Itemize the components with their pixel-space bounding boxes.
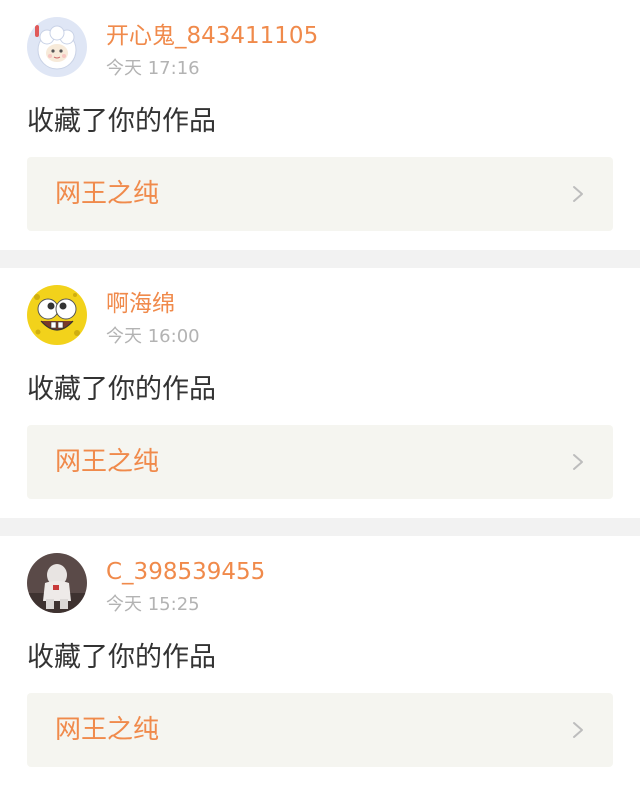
chevron-right-icon	[571, 453, 585, 471]
timestamp: 今天 16:00	[106, 326, 200, 347]
notification-card: C_398539455 今天 15:25 收藏了你的作品 网王之纯	[0, 536, 640, 786]
card-separator	[0, 518, 640, 536]
work-title: 网王之纯	[55, 179, 160, 209]
work-link[interactable]: 网王之纯	[27, 693, 613, 767]
action-text: 收藏了你的作品	[27, 106, 216, 137]
action-text: 收藏了你的作品	[27, 374, 216, 405]
work-title: 网王之纯	[55, 447, 160, 477]
card-separator	[0, 250, 640, 268]
work-title: 网王之纯	[55, 715, 160, 745]
notification-feed: 开心鬼_843411105 今天 17:16 收藏了你的作品 网王之纯 啊海绵 …	[0, 0, 640, 786]
username[interactable]: 开心鬼_843411105	[106, 19, 318, 53]
avatar-sheep-icon[interactable]	[27, 17, 87, 77]
avatar-photo-icon[interactable]	[27, 553, 87, 613]
username[interactable]: C_398539455	[106, 555, 265, 589]
chevron-right-icon	[571, 185, 585, 203]
notification-card: 啊海绵 今天 16:00 收藏了你的作品 网王之纯	[0, 268, 640, 518]
chevron-right-icon	[571, 721, 585, 739]
avatar-spongebob-icon[interactable]	[27, 285, 87, 345]
username[interactable]: 啊海绵	[106, 287, 175, 321]
work-link[interactable]: 网王之纯	[27, 425, 613, 499]
timestamp: 今天 17:16	[106, 58, 200, 79]
timestamp: 今天 15:25	[106, 594, 200, 615]
work-link[interactable]: 网王之纯	[27, 157, 613, 231]
notification-card: 开心鬼_843411105 今天 17:16 收藏了你的作品 网王之纯	[0, 0, 640, 250]
action-text: 收藏了你的作品	[27, 642, 216, 673]
